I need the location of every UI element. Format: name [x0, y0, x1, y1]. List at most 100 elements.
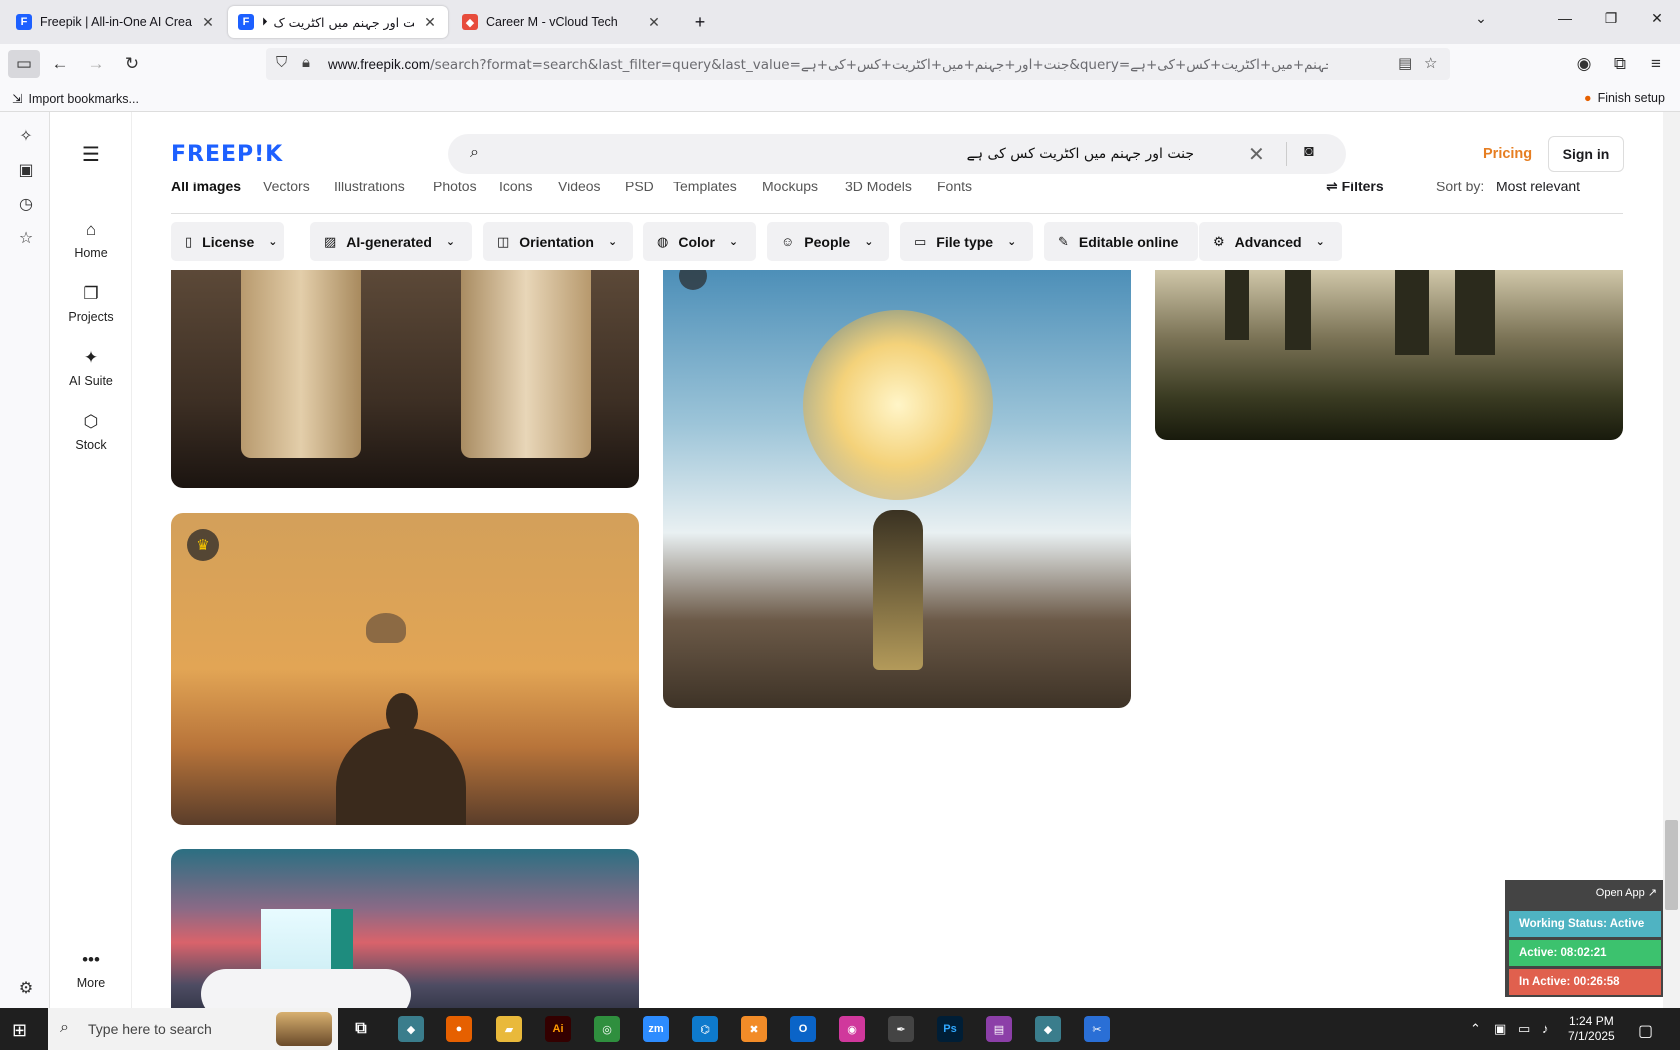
pen-tool-icon[interactable]: ✒ [888, 1016, 914, 1042]
tab-close-icon[interactable]: ✕ [422, 14, 438, 31]
filter-advanced[interactable]: ⚙ Advanced ⌄ [1199, 222, 1342, 261]
zoom-icon[interactable]: zm [643, 1016, 669, 1042]
nav-home[interactable]: ⌂ Home [50, 220, 132, 260]
restore-icon[interactable]: ❐ [1588, 10, 1634, 27]
new-tab-icon[interactable]: + [682, 6, 718, 38]
filter-people[interactable]: ☺ People ⌄ [767, 222, 889, 261]
snipping-tool-icon[interactable]: ✂ [1084, 1016, 1110, 1042]
freepik-logo[interactable]: FREEP!K [171, 142, 283, 167]
result-image-robed-figures[interactable] [171, 270, 639, 488]
nav-ai-suite[interactable]: ✦ AI Suite [50, 348, 132, 388]
illustrator-icon[interactable]: Ai [545, 1016, 571, 1042]
tab-psd[interactable]: PSD [625, 182, 654, 194]
filter-file-type[interactable]: ▭ File type ⌄ [900, 222, 1033, 261]
task-view-icon[interactable]: ⧉ [348, 1016, 374, 1042]
account-icon[interactable]: ◉ [1568, 50, 1600, 78]
nav-stock[interactable]: ⬡ Stock [50, 412, 132, 452]
tab-vectors[interactable]: Vectors [263, 182, 310, 194]
back-icon[interactable]: ← [44, 50, 76, 78]
reader-view-icon[interactable]: ▤ [1398, 54, 1412, 72]
sort-dropdown[interactable]: Most relevant [1496, 182, 1580, 194]
tab-mockups[interactable]: Mockups [762, 182, 818, 194]
tab-templates[interactable]: Templates [673, 182, 737, 194]
tab-fonts[interactable]: Fonts [937, 182, 972, 194]
result-image-man-arms-raised[interactable]: ♛ [171, 513, 639, 825]
winrar-icon[interactable]: ▤ [986, 1016, 1012, 1042]
taskbar-app-icon[interactable]: ◆ [398, 1016, 424, 1042]
scrollbar-thumb[interactable] [1665, 820, 1678, 910]
lock-icon[interactable]: 🔒︎ [302, 54, 310, 71]
import-bookmarks[interactable]: ⇲ Import bookmarks... [12, 91, 139, 107]
taskbar-app-icon[interactable]: ◆ [1035, 1016, 1061, 1042]
photoshop-icon[interactable]: Ps [937, 1016, 963, 1042]
shield-icon[interactable]: ⛉ [276, 54, 287, 71]
sign-in-button[interactable]: Sign in [1548, 136, 1624, 172]
tray-app-icon[interactable]: ▣ [1494, 1021, 1506, 1037]
filter-license[interactable]: ▯ License ⌄ [171, 222, 284, 261]
ai-chatbot-icon[interactable]: ✧ [17, 126, 35, 146]
sidebar-toggle-icon[interactable]: ▭ [8, 50, 40, 78]
tab-illustrations[interactable]: Illustrations [334, 182, 405, 194]
windows-start-icon[interactable]: ⊞ [12, 1020, 27, 1041]
url-bar[interactable]: ⛉ 🔒︎ www.freepik.com/search?format=searc… [266, 48, 1450, 80]
notifications-icon[interactable]: ▢ [1638, 1021, 1653, 1041]
vscode-icon[interactable]: ⌬ [692, 1016, 718, 1042]
filter-ai-generated[interactable]: ▨ AI-generated ⌄ [310, 222, 472, 261]
taskbar-search[interactable]: ⌕ Type here to search [48, 1008, 338, 1050]
firefox-taskbar-icon[interactable]: ● [446, 1016, 472, 1042]
filter-color[interactable]: ◍ Color ⌄ [643, 222, 756, 261]
search-input[interactable] [504, 140, 1194, 168]
taskbar-clock[interactable]: 1:24 PM 7/1/2025 [1568, 1014, 1615, 1044]
tab-close-icon[interactable]: ✕ [200, 14, 216, 31]
filter-orientation[interactable]: ◫ Orientation ⌄ [483, 222, 633, 261]
hamburger-menu-icon[interactable]: ☰ [82, 142, 100, 167]
chrome-icon[interactable]: ◎ [594, 1016, 620, 1042]
reload-icon[interactable]: ↻ [116, 50, 148, 78]
filter-editable-online[interactable]: ✎ Editable online [1044, 222, 1198, 261]
network-icon[interactable]: ▭ [1518, 1021, 1530, 1037]
tab-all-images[interactable]: All images [171, 182, 241, 194]
camera-search-icon[interactable]: ◙ [1304, 143, 1314, 161]
outlook-icon[interactable]: O [790, 1016, 816, 1042]
image-shape [1225, 270, 1249, 340]
tab-icons[interactable]: Icons [499, 182, 532, 194]
result-image-figures-on-hill[interactable] [1155, 270, 1623, 440]
menu-icon[interactable]: ≡ [1640, 50, 1672, 78]
search-icon[interactable]: ⌕ [470, 144, 479, 162]
tray-chevron-icon[interactable]: ⌃ [1470, 1021, 1481, 1037]
pricing-link[interactable]: Pricing [1483, 146, 1532, 162]
settings-icon[interactable]: ⚙ [17, 978, 35, 998]
synced-tabs-icon[interactable]: ▣ [17, 160, 35, 180]
creative-cloud-icon[interactable]: ◉ [839, 1016, 865, 1042]
tab-videos[interactable]: Videos [558, 182, 601, 194]
list-tabs-icon[interactable]: ⌄ [1458, 10, 1504, 27]
tab-3d-models[interactable]: 3D Models [845, 182, 912, 194]
file-explorer-icon[interactable]: ▰ [496, 1016, 522, 1042]
tab-close-icon[interactable]: ✕ [646, 14, 662, 31]
tab-freepik-home[interactable]: F Freepik | All-in-One AI Creative ✕ [6, 6, 226, 38]
tab-career[interactable]: ◆ Career M - vCloud Tech ✕ [452, 6, 672, 38]
close-window-icon[interactable]: ✕ [1634, 10, 1680, 27]
nav-projects[interactable]: ❐ Projects [50, 284, 132, 324]
clear-search-icon[interactable]: ✕ [1248, 142, 1265, 167]
tab-freepik-search[interactable]: F ⏵ جنت اور جہنم میں اکٹریت ک ✕ [228, 6, 448, 38]
tab-photos[interactable]: Photos [433, 182, 477, 194]
forward-icon[interactable]: → [80, 50, 112, 78]
url-text[interactable]: www.freepik.com/search?format=search&las… [328, 57, 1328, 73]
result-image-door-in-clouds[interactable] [171, 849, 639, 1019]
volume-icon[interactable]: ♪ [1542, 1021, 1549, 1036]
filters-button[interactable]: ⇌ Filters [1326, 182, 1384, 195]
page-scrollbar[interactable] [1663, 112, 1680, 1008]
finish-setup[interactable]: ● Finish setup [1584, 91, 1665, 105]
bookmarks-icon[interactable]: ☆ [17, 228, 35, 248]
chevron-down-icon: ⌄ [268, 236, 278, 248]
result-image-glowing-sun[interactable] [663, 270, 1131, 708]
history-icon[interactable]: ◷ [17, 194, 35, 214]
bookmark-star-icon[interactable]: ☆ [1424, 54, 1437, 72]
playing-audio-icon[interactable]: ⏵ [262, 16, 268, 29]
minimize-icon[interactable]: — [1542, 10, 1588, 26]
open-app-link[interactable]: Open App ↗ [1596, 886, 1657, 899]
extensions-icon[interactable]: ⧉ [1604, 50, 1636, 78]
nav-more[interactable]: ••• More [50, 950, 132, 990]
xampp-icon[interactable]: ✖ [741, 1016, 767, 1042]
